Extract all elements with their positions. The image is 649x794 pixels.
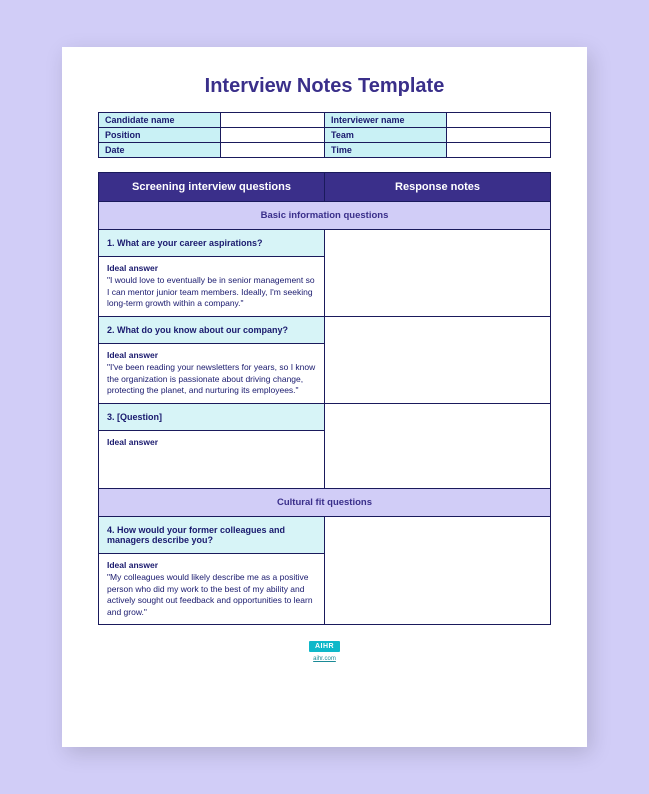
position-label: Position: [99, 128, 221, 143]
document-page: Interview Notes Template Candidate name …: [62, 47, 587, 747]
q4-response[interactable]: [325, 516, 551, 624]
section-basic-label: Basic information questions: [99, 202, 551, 230]
q4-text: 4. How would your former colleagues and …: [99, 516, 325, 553]
date-field[interactable]: [221, 143, 325, 158]
q4-ideal-text: "My colleagues would likely describe me …: [107, 572, 313, 616]
footer: AIHR aihr.com: [98, 635, 551, 662]
time-label: Time: [324, 143, 446, 158]
table-header-row: Screening interview questions Response n…: [99, 173, 551, 202]
question-row-3: 3. [Question]: [99, 403, 551, 430]
q3-response[interactable]: [325, 403, 551, 488]
time-field[interactable]: [447, 143, 551, 158]
header-notes: Response notes: [325, 173, 551, 202]
q1-ideal: Ideal answer "I would love to eventually…: [99, 257, 325, 317]
q2-text: 2. What do you know about our company?: [99, 316, 325, 343]
candidate-name-label: Candidate name: [99, 113, 221, 128]
interviewer-name-field[interactable]: [447, 113, 551, 128]
q3-text: 3. [Question]: [99, 403, 325, 430]
page-title: Interview Notes Template: [98, 75, 551, 98]
ideal-label: Ideal answer: [107, 437, 316, 448]
ideal-label: Ideal answer: [107, 350, 316, 361]
section-cultural-label: Cultural fit questions: [99, 488, 551, 516]
question-row-2: 2. What do you know about our company?: [99, 316, 551, 343]
team-field[interactable]: [447, 128, 551, 143]
q4-ideal: Ideal answer "My colleagues would likely…: [99, 553, 325, 624]
q2-ideal-text: "I've been reading your newsletters for …: [107, 362, 315, 395]
q1-response[interactable]: [325, 230, 551, 317]
section-basic: Basic information questions: [99, 202, 551, 230]
question-row-4: 4. How would your former colleagues and …: [99, 516, 551, 553]
questions-table: Screening interview questions Response n…: [98, 172, 551, 625]
question-row-1: 1. What are your career aspirations?: [99, 230, 551, 257]
position-field[interactable]: [221, 128, 325, 143]
q1-text: 1. What are your career aspirations?: [99, 230, 325, 257]
info-table: Candidate name Interviewer name Position…: [98, 112, 551, 158]
header-questions: Screening interview questions: [99, 173, 325, 202]
team-label: Team: [324, 128, 446, 143]
q1-ideal-text: "I would love to eventually be in senior…: [107, 275, 315, 308]
q2-response[interactable]: [325, 316, 551, 403]
interviewer-name-label: Interviewer name: [324, 113, 446, 128]
footer-link[interactable]: aihr.com: [98, 656, 551, 662]
date-label: Date: [99, 143, 221, 158]
q3-ideal: Ideal answer: [99, 430, 325, 488]
ideal-label: Ideal answer: [107, 560, 316, 571]
logo-badge: AIHR: [309, 641, 340, 652]
ideal-label: Ideal answer: [107, 263, 316, 274]
candidate-name-field[interactable]: [221, 113, 325, 128]
q2-ideal: Ideal answer "I've been reading your new…: [99, 343, 325, 403]
section-cultural: Cultural fit questions: [99, 488, 551, 516]
